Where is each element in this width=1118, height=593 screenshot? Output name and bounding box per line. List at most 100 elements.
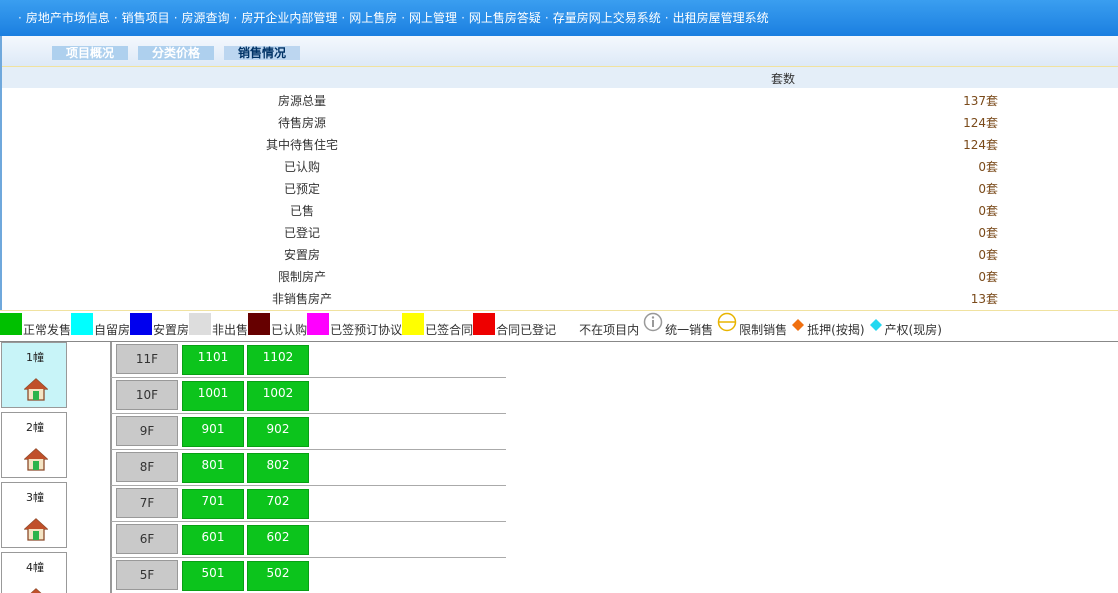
building-name: 3幢 bbox=[26, 491, 44, 504]
row-label: 已售 bbox=[289, 204, 314, 218]
legend-label: 产权(现房) bbox=[884, 323, 942, 337]
legend-item: 不在项目内 bbox=[556, 313, 640, 337]
nav-link[interactable]: 销售项目 bbox=[122, 11, 170, 25]
row-label: 限制房产 bbox=[277, 270, 326, 284]
legend-item: 统一销售 bbox=[639, 312, 714, 337]
table-row: 已认购 0套 bbox=[2, 154, 1118, 176]
row-value: 0套 bbox=[978, 270, 998, 284]
row-label: 非销售房产 bbox=[271, 292, 332, 306]
unit-cell[interactable]: 902 bbox=[247, 417, 309, 447]
info-circle-icon bbox=[643, 312, 663, 335]
table-row: 限制房产 0套 bbox=[2, 264, 1118, 286]
legend-item: 安置房 bbox=[130, 313, 190, 337]
unit-cell[interactable]: 701 bbox=[182, 489, 244, 519]
building-tile[interactable]: 4幢 bbox=[1, 552, 67, 593]
table-row: 非销售房产 13套 bbox=[2, 286, 1118, 308]
unit-cell[interactable]: 501 bbox=[182, 561, 244, 591]
legend-item: 非出售 bbox=[189, 313, 248, 336]
unit-cell[interactable]: 702 bbox=[247, 489, 309, 519]
house-icon bbox=[23, 517, 49, 541]
legend-item: 产权(现房) bbox=[865, 318, 942, 337]
row-value: 0套 bbox=[978, 226, 998, 240]
tab-project-overview[interactable]: 项目概况 bbox=[52, 46, 129, 60]
building-tile[interactable]: 3幢 bbox=[1, 482, 67, 548]
row-label: 待售房源 bbox=[277, 116, 326, 130]
nav-link[interactable]: 房开企业内部管理 bbox=[241, 11, 337, 25]
nav-link[interactable]: 网上管理 bbox=[409, 11, 457, 25]
unit-cell[interactable]: 802 bbox=[247, 453, 309, 483]
legend-label: 不在项目内 bbox=[579, 323, 640, 337]
tabs: 项目概况 分类价格 销售情况 bbox=[52, 46, 301, 60]
row-value: 0套 bbox=[978, 204, 998, 218]
floor-grid: 11F 1101 1102 10F 1001 1002 9F 901 902 8F 801 802 7F… bbox=[110, 342, 510, 593]
house-icon bbox=[24, 587, 48, 593]
legend-item: 已认购 bbox=[248, 313, 307, 336]
unit-cell[interactable]: 602 bbox=[247, 525, 309, 555]
legend-label: 已签合同 bbox=[425, 323, 474, 337]
legend-item: 已签合同 bbox=[402, 313, 474, 337]
nav-link[interactable]: 出租房屋管理系统 bbox=[673, 11, 769, 25]
legend-label: 抵押(按揭) bbox=[807, 323, 865, 337]
nav-link[interactable]: 网上售房 bbox=[349, 11, 397, 25]
nav-separator: · bbox=[173, 11, 178, 25]
unit-cell[interactable]: 1001 bbox=[182, 381, 244, 411]
unit-cell[interactable]: 801 bbox=[182, 453, 244, 483]
table-row: 已登记 0套 bbox=[2, 220, 1118, 242]
building-tile[interactable]: 2幢 bbox=[1, 412, 67, 478]
nav-separator: · bbox=[544, 11, 549, 25]
tab-category-price[interactable]: 分类价格 bbox=[138, 46, 215, 60]
nav-separator: · bbox=[461, 11, 465, 25]
row-value: 0套 bbox=[978, 160, 998, 174]
legend-item: 正常发售 bbox=[0, 313, 71, 336]
legend-label: 安置房 bbox=[153, 323, 190, 337]
building-name: 4幢 bbox=[26, 561, 44, 574]
legend-label: 统一销售 bbox=[665, 323, 714, 337]
legend-swatch bbox=[402, 313, 425, 335]
building-list: 1幢 2幢 3幢 4幢 bbox=[0, 342, 70, 593]
row-value: 137套 bbox=[963, 94, 998, 108]
floor-row: 5F 501 502 bbox=[110, 558, 506, 593]
unit-cell[interactable]: 1102 bbox=[247, 345, 309, 375]
orange-diamond-icon bbox=[791, 318, 805, 335]
row-value: 124套 bbox=[963, 138, 998, 152]
cyan-diamond-icon bbox=[869, 318, 883, 335]
restricted-circle-icon bbox=[717, 312, 737, 335]
unit-cell[interactable]: 601 bbox=[182, 525, 244, 555]
legend-swatch bbox=[556, 313, 579, 335]
floor-row: 7F 701 702 bbox=[110, 486, 506, 522]
nav-link[interactable]: 房源查询 bbox=[182, 11, 230, 25]
building-name: 2幢 bbox=[26, 421, 44, 434]
tab-sales-status[interactable]: 销售情况 bbox=[224, 46, 301, 60]
table-row: 安置房 0套 bbox=[2, 242, 1118, 264]
top-nav: · 房地产市场信息 · 销售项目 · 房源查询 · 房开企业内部管理 · 网上售房 · 网上管理 · 网上… bbox=[0, 0, 1118, 36]
nav-link[interactable]: 存量房网上交易系统 bbox=[553, 11, 661, 25]
unit-cell[interactable]: 901 bbox=[182, 417, 244, 447]
building-tile[interactable]: 1幢 bbox=[1, 342, 67, 408]
sales-table: 套数 房源总量 137套 待售房源 124套 其中待售住宅 124套 已认购 0套 已预定 0套已… bbox=[0, 66, 1118, 310]
row-value: 0套 bbox=[978, 182, 998, 196]
building-name: 1幢 bbox=[26, 351, 44, 364]
nav-separator: · bbox=[113, 11, 118, 25]
floor-label: 10F bbox=[116, 380, 178, 410]
table-row: 已预定 0套 bbox=[2, 176, 1118, 198]
nav-separator: · bbox=[341, 11, 346, 25]
nav-link[interactable]: 房地产市场信息 bbox=[26, 11, 110, 25]
unit-cell[interactable]: 1101 bbox=[182, 345, 244, 375]
table-row: 其中待售住宅 124套 bbox=[2, 132, 1118, 154]
legend-swatch bbox=[189, 313, 212, 335]
row-value: 124套 bbox=[963, 116, 998, 130]
status-legend: 正常发售 自留房 安置房 非出售 已认购 已签预订协议 已签合同 合同已登记 不在项目内 统一销售… bbox=[0, 310, 1118, 342]
legend-item: 自留房 bbox=[71, 313, 130, 336]
nav-separator: · bbox=[664, 11, 669, 25]
unit-cell[interactable]: 502 bbox=[247, 561, 309, 591]
legend-item: 抵押(按揭) bbox=[787, 318, 865, 337]
floor-label: 6F bbox=[116, 524, 178, 554]
house-icon bbox=[23, 377, 49, 401]
legend-swatch bbox=[307, 313, 330, 335]
unit-cell[interactable]: 1002 bbox=[247, 381, 309, 411]
floor-label: 9F bbox=[116, 416, 178, 446]
floor-label: 11F bbox=[116, 344, 178, 374]
sub-tab-bar: 项目概况 分类价格 销售情况 bbox=[0, 36, 1118, 66]
nav-link[interactable]: 网上售房答疑 bbox=[469, 11, 541, 25]
legend-swatch bbox=[473, 313, 496, 335]
